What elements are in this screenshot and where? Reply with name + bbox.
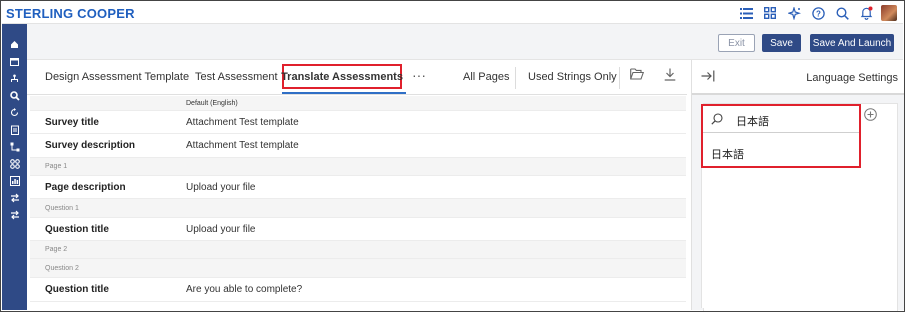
brand-logo[interactable]: STERLING COOPER bbox=[6, 6, 135, 21]
avatar[interactable] bbox=[881, 5, 897, 21]
used-strings-only-filter[interactable]: Used Strings Only bbox=[528, 71, 617, 83]
header-default-english: Default (English) bbox=[186, 99, 238, 107]
language-list-area bbox=[701, 168, 856, 308]
all-pages-filter[interactable]: All Pages bbox=[463, 71, 509, 83]
language-settings-title: Language Settings bbox=[806, 72, 898, 84]
action-bar: Exit Save Save And Launch bbox=[27, 24, 903, 60]
help-icon[interactable]: ? bbox=[809, 4, 827, 22]
calendar-icon[interactable] bbox=[2, 53, 27, 70]
more-tabs-button[interactable]: ··· bbox=[412, 67, 426, 83]
language-search-input[interactable]: 日本語 bbox=[736, 113, 769, 129]
add-language-icon[interactable] bbox=[864, 108, 877, 124]
row-value[interactable]: Are you able to complete? bbox=[186, 284, 302, 295]
apps-icon[interactable] bbox=[2, 155, 27, 172]
divider bbox=[619, 67, 620, 89]
divider bbox=[515, 67, 516, 89]
table-row[interactable]: Question title Upload your file bbox=[30, 218, 686, 241]
bell-icon[interactable] bbox=[857, 4, 875, 22]
sparkle-icon[interactable] bbox=[785, 4, 803, 22]
language-option[interactable]: 日本語 bbox=[711, 146, 744, 162]
tab-test-assessment[interactable]: Test Assessment bbox=[195, 71, 278, 83]
table-header: Default (English) bbox=[30, 96, 686, 111]
language-dropdown: 日本語 日本語 bbox=[701, 104, 861, 168]
table-row[interactable]: Survey description Attachment Test templ… bbox=[30, 134, 686, 158]
row-key: Survey description bbox=[45, 140, 136, 151]
tabs-divider bbox=[27, 94, 687, 95]
language-search[interactable]: 日本語 bbox=[703, 106, 859, 133]
sidebar bbox=[2, 24, 27, 310]
svg-text:?: ? bbox=[816, 9, 821, 18]
table-row[interactable]: Survey title Attachment Test template bbox=[30, 111, 686, 134]
refresh-icon[interactable] bbox=[2, 104, 27, 121]
top-icons: ? bbox=[737, 4, 897, 22]
collapse-panel-icon[interactable] bbox=[701, 70, 715, 85]
section-header: Page 1 bbox=[30, 158, 686, 176]
report-icon[interactable] bbox=[2, 172, 27, 189]
save-and-launch-button[interactable]: Save And Launch bbox=[810, 34, 894, 52]
app-window: STERLING COOPER ? Exit Save Save And Lau… bbox=[0, 0, 905, 312]
download-icon[interactable] bbox=[664, 68, 676, 84]
row-key: Question title bbox=[45, 223, 109, 235]
table-row[interactable]: Page description Upload your file bbox=[30, 176, 686, 199]
home-icon[interactable] bbox=[2, 36, 27, 53]
tab-translate-assessments[interactable]: Translate Assessments bbox=[281, 64, 403, 89]
transfer-icon[interactable] bbox=[2, 189, 27, 206]
language-settings-header: Language Settings bbox=[692, 60, 904, 95]
top-bar: STERLING COOPER ? bbox=[2, 2, 903, 24]
row-value[interactable]: Upload your file bbox=[186, 182, 255, 193]
row-key: Survey title bbox=[45, 116, 99, 128]
section-label: Page 1 bbox=[45, 163, 68, 170]
swap-icon[interactable] bbox=[2, 206, 27, 223]
hierarchy-icon[interactable] bbox=[2, 70, 27, 87]
section-label: Question 2 bbox=[45, 264, 79, 272]
tree-icon[interactable] bbox=[2, 138, 27, 155]
exit-button[interactable]: Exit bbox=[718, 34, 755, 52]
grid-icon[interactable] bbox=[761, 4, 779, 22]
list-icon[interactable] bbox=[737, 4, 755, 22]
row-value[interactable]: Upload your file bbox=[186, 224, 255, 235]
search-icon bbox=[711, 113, 723, 128]
row-key: Page description bbox=[45, 181, 126, 193]
section-label: Page 2 bbox=[45, 246, 68, 253]
save-button[interactable]: Save bbox=[762, 34, 801, 52]
table-row[interactable]: Question title Are you able to complete? bbox=[30, 278, 686, 302]
section-header: Question 2 bbox=[30, 259, 686, 278]
search-user-icon[interactable] bbox=[2, 87, 27, 104]
tab-design-assessment-template[interactable]: Design Assessment Template bbox=[45, 71, 189, 83]
row-value[interactable]: Attachment Test template bbox=[186, 117, 299, 128]
section-header: Question 1 bbox=[30, 199, 686, 218]
clipboard-icon[interactable] bbox=[2, 121, 27, 138]
search-icon[interactable] bbox=[833, 4, 851, 22]
row-value[interactable]: Attachment Test template bbox=[186, 140, 299, 151]
section-label: Question 1 bbox=[45, 204, 79, 212]
section-header: Page 2 bbox=[30, 241, 686, 259]
row-key: Question title bbox=[45, 284, 109, 295]
folder-open-icon[interactable] bbox=[630, 68, 645, 83]
